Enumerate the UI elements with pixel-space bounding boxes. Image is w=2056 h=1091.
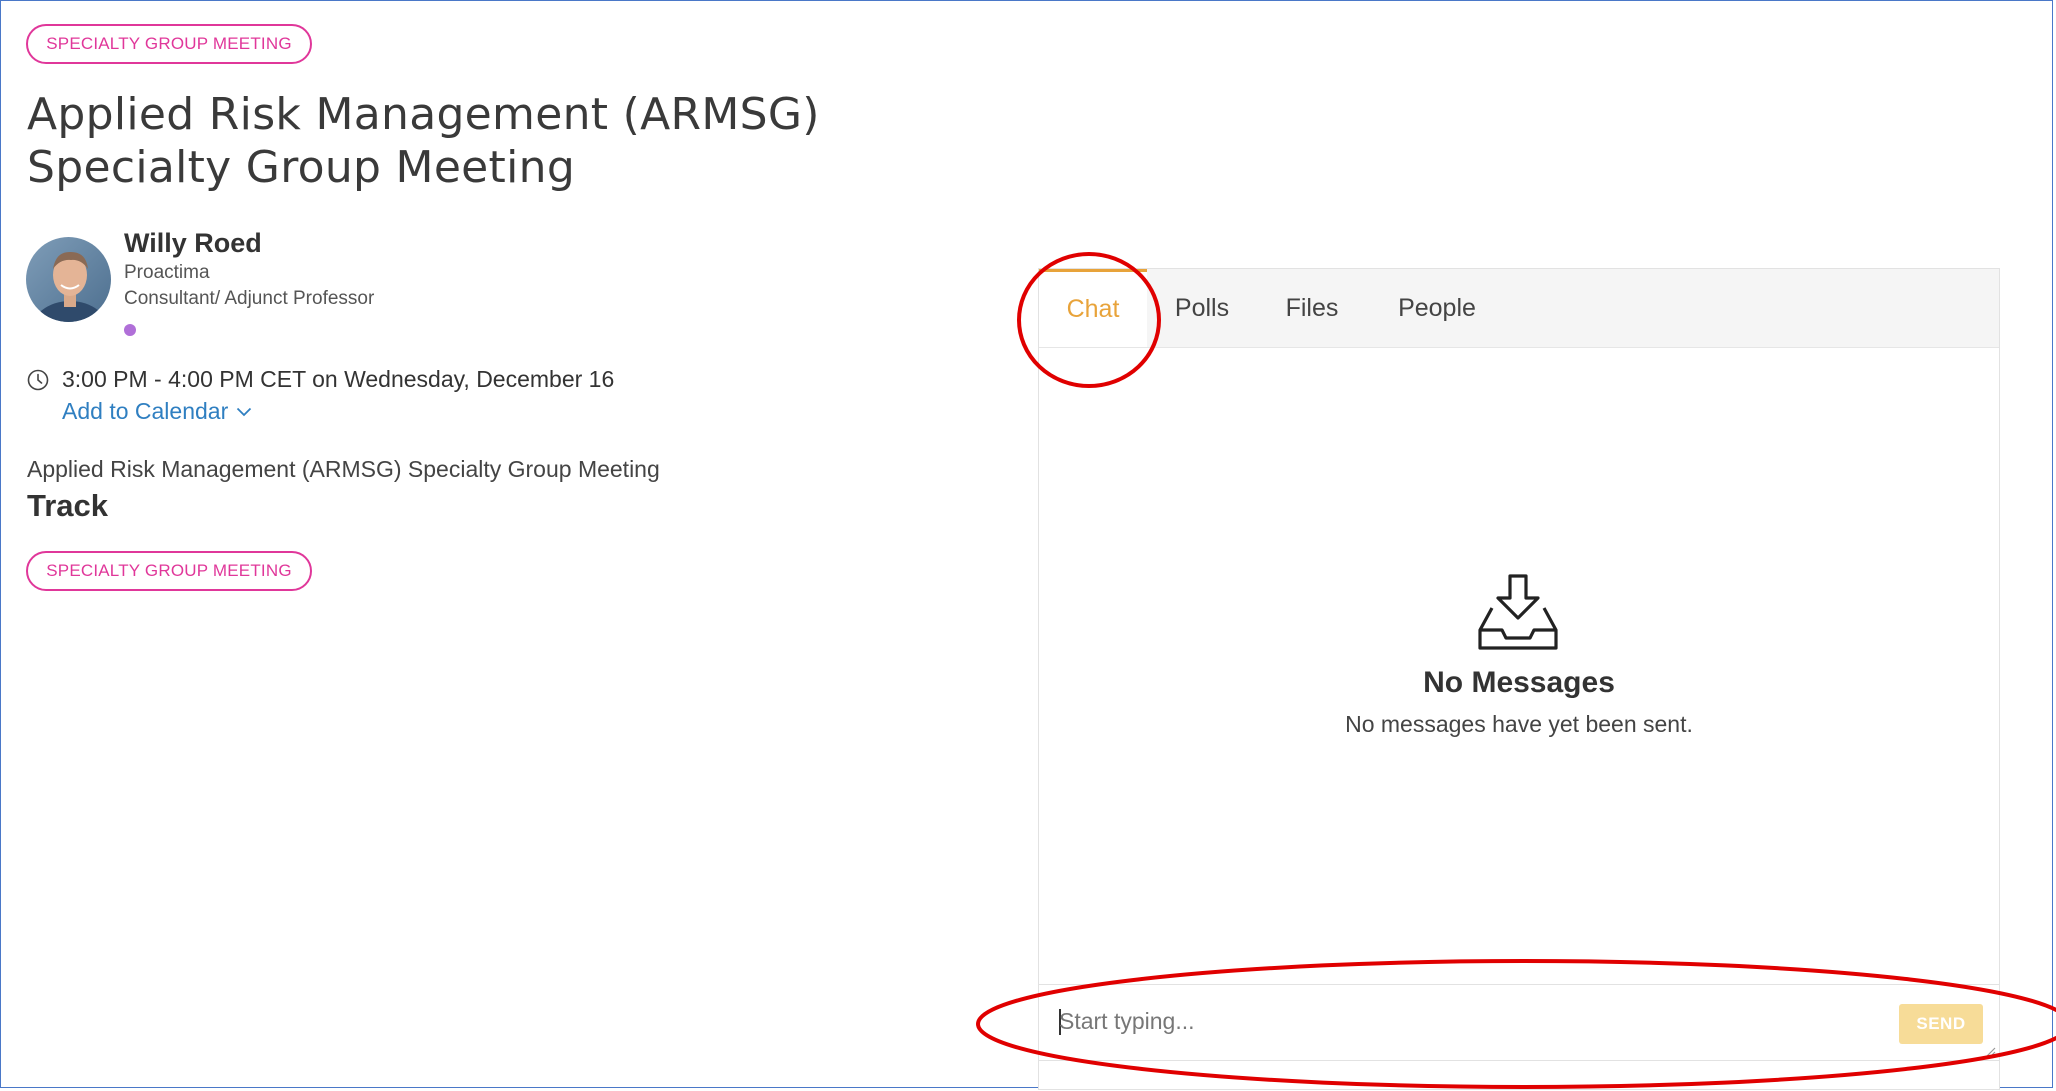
speaker-organization: Proactima	[124, 262, 210, 283]
tab-chat[interactable]: Chat	[1039, 269, 1147, 347]
chat-message-input[interactable]	[1059, 1000, 1859, 1042]
resize-grip-icon[interactable]	[1984, 1045, 1996, 1057]
empty-state-title: No Messages	[1423, 666, 1615, 699]
category-tag[interactable]: SPECIALTY GROUP MEETING	[26, 24, 312, 64]
presence-status-dot	[124, 324, 136, 336]
session-time: 3:00 PM - 4:00 PM CET on Wednesday, Dece…	[62, 366, 615, 392]
chat-composer: SEND	[1039, 984, 1999, 1061]
tab-files[interactable]: Files	[1257, 269, 1367, 347]
track-heading: Track	[27, 488, 109, 523]
page-title: Applied Risk Management (ARMSG) Specialt…	[27, 89, 820, 193]
add-to-calendar-link[interactable]: Add to Calendar	[62, 398, 252, 425]
tab-polls[interactable]: Polls	[1147, 269, 1257, 347]
speaker-name[interactable]: Willy Roed	[124, 228, 262, 259]
empty-state-text: No messages have yet been sent.	[1345, 711, 1693, 737]
chat-panel: Chat Polls Files People No Messages No m…	[1038, 268, 2000, 1090]
speaker-role: Consultant/ Adjunct Professor	[124, 288, 375, 309]
chevron-down-icon	[237, 407, 252, 416]
add-to-calendar-label: Add to Calendar	[62, 398, 229, 424]
inbox-download-icon	[1478, 574, 1558, 650]
chat-tab-bar: Chat Polls Files People	[1039, 269, 1999, 348]
send-button[interactable]: SEND	[1899, 1004, 1983, 1044]
track-tag[interactable]: SPECIALTY GROUP MEETING	[26, 551, 312, 591]
avatar-photo	[26, 237, 111, 322]
clock-icon	[27, 369, 49, 391]
tab-people[interactable]: People	[1367, 269, 1507, 347]
session-description: Applied Risk Management (ARMSG) Specialt…	[27, 456, 660, 482]
speaker-avatar[interactable]	[26, 237, 111, 322]
